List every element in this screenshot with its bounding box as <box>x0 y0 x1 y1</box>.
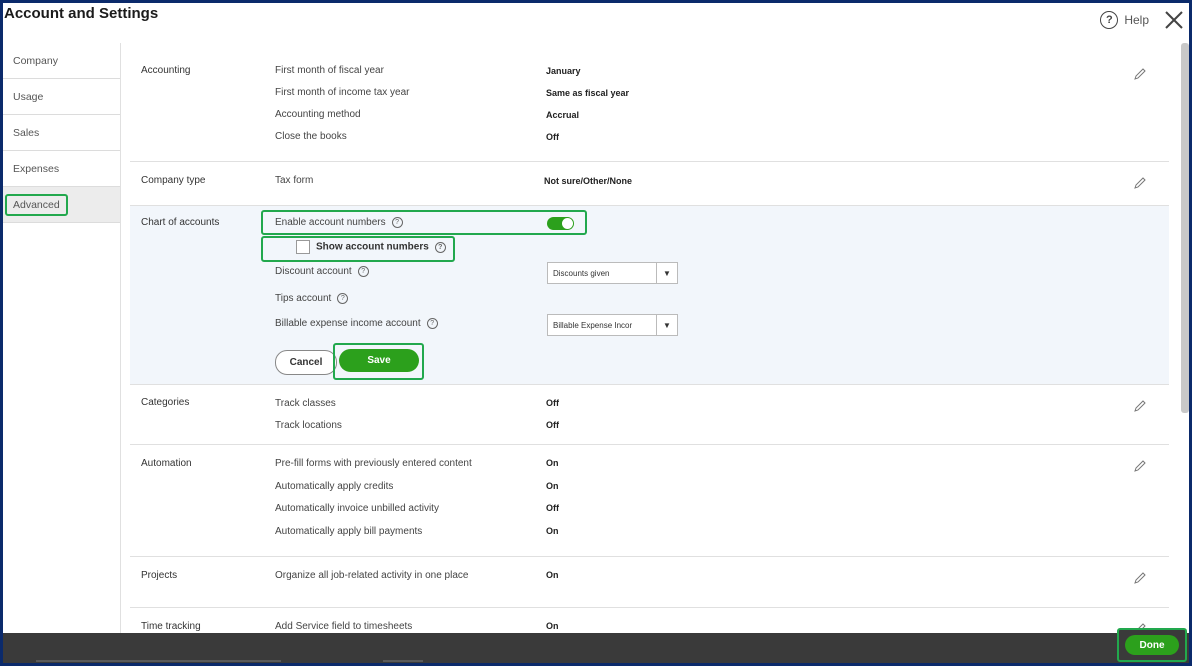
pencil-icon[interactable] <box>1133 459 1147 473</box>
setting-value: Off <box>546 398 559 408</box>
sidebar-item-expenses[interactable]: Expenses <box>3 151 120 187</box>
save-button[interactable]: Save <box>339 349 419 372</box>
chevron-down-icon[interactable]: ▼ <box>656 263 677 283</box>
setting-label: Automatically invoice unbilled activity <box>275 503 439 514</box>
section-title: Projects <box>141 570 178 581</box>
done-button-highlight: Done <box>1117 628 1187 662</box>
section-title: Categories <box>141 397 190 408</box>
pencil-icon[interactable] <box>1133 571 1147 585</box>
enable-account-numbers-toggle[interactable] <box>547 217 574 230</box>
help-label: Help <box>1124 13 1149 27</box>
setting-value: Off <box>546 420 559 430</box>
sidebar-item-company[interactable]: Company <box>3 43 120 79</box>
done-button[interactable]: Done <box>1125 635 1179 655</box>
close-icon[interactable] <box>1163 9 1185 31</box>
setting-label: Track locations <box>275 420 342 431</box>
setting-label: Accounting method <box>275 109 361 120</box>
sidebar-item-label: Sales <box>13 126 40 139</box>
show-account-numbers-option[interactable]: Show account numbers? <box>296 240 446 254</box>
section-time-tracking: Time tracking Add Service field to times… <box>130 608 1169 633</box>
setting-label: Automatically apply credits <box>275 481 394 492</box>
setting-value: Accrual <box>546 110 580 120</box>
footer-bar: Done <box>3 628 1189 663</box>
section-company-type: Company type Tax form Not sure/Other/Non… <box>130 162 1169 206</box>
sidebar-item-label: Expenses <box>13 162 60 175</box>
billable-expense-select[interactable]: Billable Expense Incor ▼ <box>547 314 678 336</box>
setting-label: Automatically apply bill payments <box>275 526 423 537</box>
setting-label: Track classes <box>275 398 336 409</box>
section-categories: Categories Track classes Off Track locat… <box>130 385 1169 445</box>
cancel-button[interactable]: Cancel <box>275 350 337 375</box>
section-projects: Projects Organize all job-related activi… <box>130 557 1169 608</box>
help-icon[interactable]: ? <box>434 241 446 253</box>
pencil-icon[interactable] <box>1133 67 1147 81</box>
setting-value: On <box>546 526 559 536</box>
sidebar-item-usage[interactable]: Usage <box>3 79 120 115</box>
section-title: Company type <box>141 175 206 186</box>
settings-content: Accounting First month of fiscal year Ja… <box>130 43 1169 633</box>
setting-value: January <box>546 66 581 76</box>
setting-label: Pre-fill forms with previously entered c… <box>275 458 472 469</box>
setting-label: Show account numbers <box>316 241 429 253</box>
help-button[interactable]: ? Help <box>1100 11 1149 29</box>
sidebar: Company Usage Sales Expenses Advanced <box>3 43 121 633</box>
chevron-down-icon[interactable]: ▼ <box>656 315 677 335</box>
discount-account-label: Discount account? <box>275 266 369 277</box>
pencil-icon[interactable] <box>1133 399 1147 413</box>
setting-label: First month of fiscal year <box>275 65 384 76</box>
setting-label: Tips account <box>275 293 332 305</box>
setting-label: Billable expense income account <box>275 318 421 330</box>
section-accounting: Accounting First month of fiscal year Ja… <box>130 43 1169 162</box>
toggle-knob <box>562 218 573 229</box>
billable-expense-label: Billable expense income account? <box>275 318 438 329</box>
footer-divider <box>36 660 281 662</box>
setting-value: Same as fiscal year <box>546 88 630 98</box>
setting-value: On <box>546 621 559 631</box>
sidebar-item-label: Usage <box>13 90 44 103</box>
select-value: Discounts given <box>553 268 610 278</box>
setting-value: On <box>546 458 559 468</box>
section-title: Automation <box>141 458 192 469</box>
setting-label: Discount account <box>275 266 352 278</box>
page-title: Account and Settings <box>4 5 159 22</box>
setting-label: First month of income tax year <box>275 87 410 98</box>
setting-label: Add Service field to timesheets <box>275 621 413 632</box>
help-icon[interactable]: ? <box>357 266 369 277</box>
sidebar-item-label: Advanced <box>5 193 68 216</box>
footer-divider <box>383 660 423 662</box>
help-icon[interactable]: ? <box>337 293 349 304</box>
setting-label: Organize all job-related activity in one… <box>275 570 469 581</box>
show-account-numbers-checkbox[interactable] <box>296 240 310 254</box>
select-value: Billable Expense Incor <box>553 320 633 330</box>
enable-account-numbers-label: Enable account numbers? <box>275 217 403 228</box>
setting-label: Enable account numbers <box>275 217 386 229</box>
help-icon[interactable]: ? <box>391 217 403 228</box>
setting-value: On <box>546 570 559 580</box>
section-automation: Automation Pre-fill forms with previousl… <box>130 445 1169 557</box>
pencil-icon[interactable] <box>1133 176 1147 190</box>
setting-value: Not sure/Other/None <box>544 176 633 186</box>
setting-label: Tax form <box>275 175 314 186</box>
section-chart-of-accounts: Chart of accounts Enable account numbers… <box>130 206 1169 385</box>
sidebar-item-sales[interactable]: Sales <box>3 115 120 151</box>
help-icon[interactable]: ? <box>426 318 438 329</box>
setting-label: Close the books <box>275 131 347 142</box>
section-title: Accounting <box>141 65 191 76</box>
tips-account-label: Tips account? <box>275 293 349 305</box>
setting-value: On <box>546 481 559 491</box>
settings-window: Account and Settings ? Help Company Usag… <box>3 3 1189 663</box>
scrollbar[interactable] <box>1181 43 1189 413</box>
sidebar-item-advanced[interactable]: Advanced <box>3 187 120 223</box>
section-title: Chart of accounts <box>141 217 220 228</box>
section-title: Time tracking <box>141 621 201 632</box>
help-icon: ? <box>1100 11 1119 29</box>
setting-value: Off <box>546 503 559 513</box>
setting-value: Off <box>546 132 559 142</box>
discount-account-select[interactable]: Discounts given ▼ <box>547 262 678 284</box>
sidebar-item-label: Company <box>13 54 58 67</box>
